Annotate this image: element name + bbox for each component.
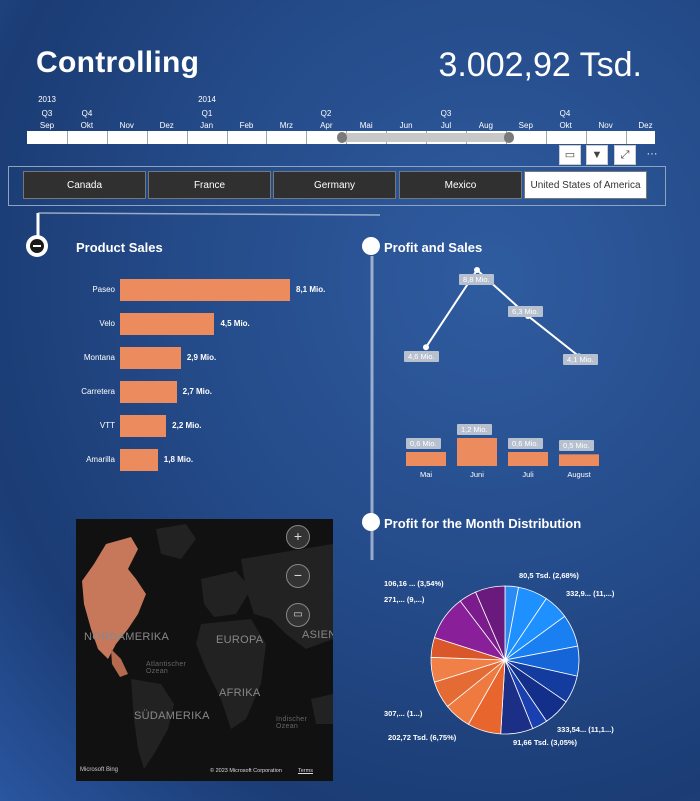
profit-category-label: Mai [419, 470, 433, 479]
sales-line [425, 268, 580, 358]
profit-value-label: 0,6 Mio. [406, 438, 441, 449]
map-label-asia: ASIEN [302, 629, 333, 641]
profit-column [457, 438, 497, 466]
bar-category-label: Amarilla [86, 455, 115, 464]
product-sales-bar[interactable] [120, 279, 290, 301]
map-terms-link[interactable]: Terms [298, 768, 313, 774]
pie-slice-label: 307,... (1...) [384, 709, 423, 718]
sales-point [474, 267, 480, 273]
bar-value-label: 4,5 Mio. [220, 319, 250, 328]
profit-category-label: Juni [470, 470, 484, 479]
profit-value-label: 0,5 Mio. [559, 440, 594, 452]
bar-category-label: VTT [99, 421, 115, 430]
pie-slice-label: 202,72 Tsd. (6,75%) [388, 733, 457, 742]
bar-value-label: 8,1 Mio. [296, 285, 326, 294]
pie-slice-label: 332,9... (11,...) [566, 589, 615, 598]
pie-chart-title: Profit for the Month Distribution [384, 516, 582, 531]
map-label-africa: AFRIKA [219, 687, 261, 699]
profit-category-label: August [567, 470, 591, 479]
world-map [82, 524, 333, 769]
profit-distribution-pie [430, 585, 580, 735]
select-area-icon[interactable]: ▭ [286, 603, 310, 627]
bar-category-label: Paseo [92, 285, 115, 294]
profit-category-label: Juli [522, 470, 534, 479]
bing-logo: Microsoft Bing [80, 767, 119, 773]
map-label-south-america: SÜDAMERIKA [134, 710, 210, 722]
map-attribution: © 2023 Microsoft Corporation [210, 768, 282, 774]
product-sales-bar[interactable] [120, 381, 177, 403]
bar-category-label: Montana [83, 353, 115, 362]
bar-value-label: 2,9 Mio. [186, 353, 217, 362]
map-label-indian-ocean: Indischer Ozean [276, 716, 308, 730]
bar-value-label: 1,8 Mio. [163, 455, 194, 464]
map-label-north-america: NORDAMERIKA [84, 631, 170, 643]
bar-category-label: Carretera [81, 387, 115, 396]
sales-value-label: 4,6 Mio. [404, 351, 439, 363]
profit-value-label: 0,6 Mio. [508, 438, 543, 449]
pie-slice-label: 271,... (9,...) [384, 595, 425, 604]
section-node-icon [362, 513, 380, 531]
sales-value-label: 6,3 Mio. [508, 305, 543, 317]
pie-slice-label: 91,66 Tsd. (3,05%) [513, 738, 578, 747]
product-sales-bar[interactable] [120, 347, 181, 369]
pie-slice-label: 80,5 Tsd. (2,68%) [519, 571, 579, 580]
bar-category-label: Velo [99, 319, 115, 328]
sales-value-label: 4,1 Mio. [563, 354, 598, 366]
profit-sales-chart [406, 267, 599, 466]
bar-value-label: 2,7 Mio. [182, 387, 212, 396]
pie-slice-label: 106,16 ... (3,54%) [384, 579, 444, 588]
profit-column [559, 454, 599, 466]
profit-column [508, 452, 548, 466]
zoom-in-button[interactable]: + [286, 525, 310, 549]
map-label-europe: EUROPA [216, 634, 264, 646]
profit-sales-title: Profit and Sales [384, 240, 483, 255]
product-sales-title: Product Sales [76, 240, 163, 255]
sales-value-label: 8,8 Mio. [459, 274, 494, 285]
collapse-icon[interactable] [26, 235, 48, 257]
sales-point [423, 344, 429, 351]
product-sales-bar[interactable] [120, 313, 215, 335]
product-sales-bar[interactable] [120, 449, 158, 471]
map-label-atlantic: Atlantischer Ozean [146, 661, 187, 675]
product-sales-bar[interactable] [120, 415, 167, 437]
zoom-out-button[interactable]: − [286, 564, 310, 588]
bar-value-label: 2,2 Mio. [172, 421, 202, 430]
map-visual[interactable]: NORDAMERIKA EUROPA ASIEN AFRIKA SÜDAMERI… [76, 519, 333, 781]
pie-slice-label: 333,54... (11,1...) [557, 725, 614, 734]
profit-value-label: 1,2 Mio. [457, 424, 492, 435]
section-node-icon [362, 237, 380, 255]
profit-column [406, 452, 446, 466]
